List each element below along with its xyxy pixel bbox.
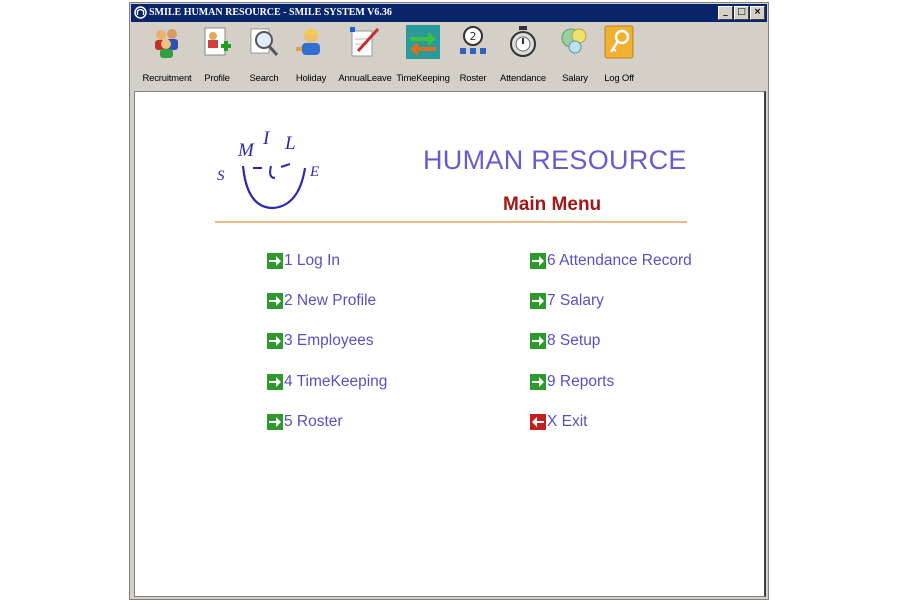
menu-item-log-in[interactable]: 1 Log In <box>267 251 340 271</box>
holiday-person-icon <box>296 29 320 55</box>
menu-item-timekeeping[interactable]: 4 TimeKeeping <box>267 372 387 392</box>
menu-item-salary[interactable]: 7 Salary <box>530 291 604 311</box>
toolbar-annualleave-button[interactable]: AnnualLeave <box>336 25 394 87</box>
green-arrow-icon <box>530 293 546 309</box>
salary-coins-icon <box>561 28 587 54</box>
menu-item-setup[interactable]: 8 Setup <box>530 331 600 351</box>
menu-item-label: 6 Attendance Record <box>547 252 692 269</box>
menu-item-label: 3 Employees <box>284 332 374 349</box>
svg-text:L: L <box>284 133 296 154</box>
svg-text:M: M <box>237 140 255 161</box>
menu-item-new-profile[interactable]: 2 New Profile <box>267 291 376 311</box>
toolbar-label: Search <box>249 73 279 84</box>
menu-item-attendance-record[interactable]: 6 Attendance Record <box>530 251 692 271</box>
menu-item-label: 2 New Profile <box>284 292 377 309</box>
toolbar-label: Attendance <box>499 73 547 84</box>
toolbar-roster-button[interactable]: 2 Roster <box>453 25 493 87</box>
toolbar-label: Holiday <box>295 73 327 84</box>
toolbar-label: AnnualLeave <box>338 73 392 84</box>
main-content: S M I L E HUMAN RESOURCE Main Menu 1 Log… <box>134 91 766 597</box>
magnifier-icon <box>250 28 279 56</box>
toolbar-label: TimeKeeping <box>396 73 450 84</box>
toolbar-label: Log Off <box>604 73 634 84</box>
menu-item-roster[interactable]: 5 Roster <box>267 412 343 432</box>
page-subtitle: Main Menu <box>503 194 602 215</box>
green-arrow-icon <box>267 333 283 349</box>
green-arrow-icon <box>530 253 546 269</box>
toolbar-timekeeping-button[interactable]: TimeKeeping <box>396 25 450 87</box>
people-group-icon <box>155 29 178 58</box>
green-arrow-icon <box>530 374 546 390</box>
maximize-button[interactable]: □ <box>734 6 749 20</box>
toolbar-label: Roster <box>459 73 487 84</box>
svg-text:S: S <box>217 168 225 184</box>
menu-item-label: 7 Salary <box>547 292 604 309</box>
timekeeping-arrows-icon <box>406 25 440 59</box>
green-arrow-icon <box>267 374 283 390</box>
title-bar[interactable]: SMILE HUMAN RESOURCE - SMILE SYSTEM V6.3… <box>131 4 767 22</box>
menu-item-exit[interactable]: X Exit <box>530 412 587 432</box>
app-window: SMILE HUMAN RESOURCE - SMILE SYSTEM V6.3… <box>129 2 769 600</box>
attendance-stopwatch-icon <box>510 26 536 57</box>
menu-item-employees[interactable]: 3 Employees <box>267 331 374 351</box>
menu-item-label: 1 Log In <box>284 252 341 269</box>
toolbar-search-button[interactable]: Search <box>242 25 286 87</box>
menu-item-label: 5 Roster <box>284 413 343 430</box>
toolbar-salary-button[interactable]: Salary <box>553 25 597 87</box>
smile-logo: S M I L E <box>217 128 319 210</box>
profile-add-icon <box>204 27 231 56</box>
log-off-key-icon <box>604 25 634 59</box>
toolbar-profile-button[interactable]: Profile <box>197 25 237 87</box>
menu-item-reports[interactable]: 9 Reports <box>530 372 614 392</box>
menu-item-label: 4 TimeKeeping <box>284 373 388 390</box>
menu-item-label: X Exit <box>547 413 588 430</box>
toolbar-label: Profile <box>204 73 230 84</box>
annual-leave-pen-icon <box>350 27 380 57</box>
green-arrow-icon <box>267 253 283 269</box>
green-arrow-icon <box>530 333 546 349</box>
close-button[interactable]: × <box>750 6 765 20</box>
green-arrow-icon <box>267 414 283 430</box>
toolbar-label: Salary <box>562 73 588 84</box>
svg-text:I: I <box>262 128 271 149</box>
toolbar-recruitment-button[interactable]: Recruitment <box>137 25 197 87</box>
app-logo-icon <box>134 6 147 19</box>
svg-text:2: 2 <box>470 30 477 43</box>
toolbar-attendance-button[interactable]: Attendance <box>497 25 549 87</box>
red-exit-arrow-icon <box>530 414 546 430</box>
menu-item-label: 8 Setup <box>547 332 601 349</box>
title-divider <box>215 221 687 223</box>
minimize-button[interactable]: _ <box>718 6 733 20</box>
toolbar-logoff-button[interactable]: Log Off <box>597 25 641 87</box>
window-title: SMILE HUMAN RESOURCE - SMILE SYSTEM V6.3… <box>149 7 392 18</box>
toolbar-label: Recruitment <box>142 73 192 84</box>
roster-clock-icon: 2 <box>460 26 486 54</box>
green-arrow-icon <box>267 293 283 309</box>
page-title: HUMAN RESOURCE <box>423 145 687 175</box>
svg-text:E: E <box>309 164 319 180</box>
toolbar: Recruitment Profile Search Holiday Annua… <box>131 23 767 89</box>
menu-item-label: 9 Reports <box>547 373 615 390</box>
toolbar-holiday-button[interactable]: Holiday <box>289 25 333 87</box>
